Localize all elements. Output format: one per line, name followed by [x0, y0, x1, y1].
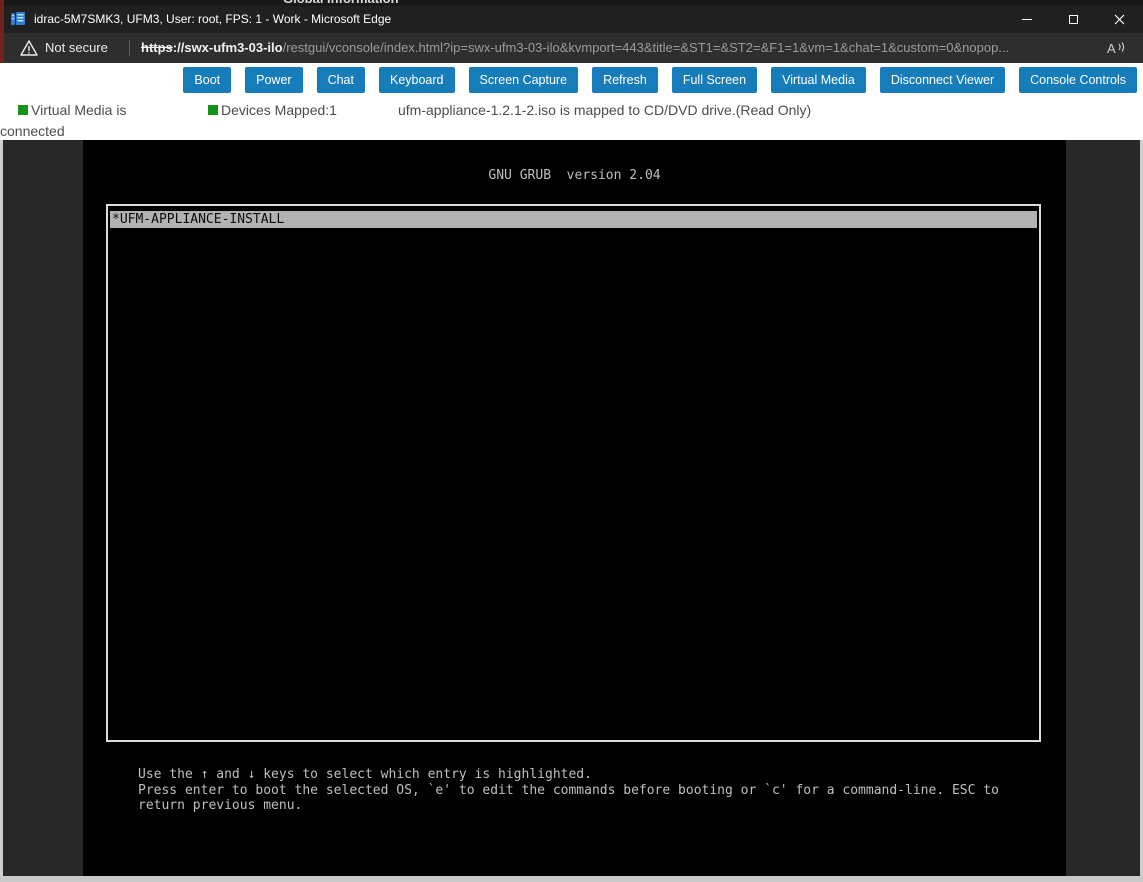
- kvm-header: Boot Power Chat Keyboard Screen Capture …: [0, 63, 1143, 140]
- virtual-media-status: Virtual Media is connected: [0, 100, 192, 142]
- refresh-button[interactable]: Refresh: [592, 67, 658, 93]
- grub-menu-box: *UFM-APPLIANCE-INSTALL: [106, 204, 1041, 742]
- maximize-icon: [1069, 15, 1078, 24]
- background-window-edge: [0, 0, 4, 63]
- devices-mapped-status: Devices Mapped:1: [208, 100, 337, 121]
- kvm-toolbar: Boot Power Chat Keyboard Screen Capture …: [183, 67, 1137, 93]
- url-path: /restgui/vconsole/index.html?ip=swx-ufm3…: [283, 40, 1010, 55]
- power-button[interactable]: Power: [245, 67, 302, 93]
- not-secure-warning-icon: [20, 40, 38, 56]
- grub-help-line-1: Use the ↑ and ↓ keys to select which ent…: [138, 767, 999, 783]
- grub-help-line-2: Press enter to boot the selected OS, `e'…: [138, 783, 999, 799]
- address-divider: [129, 40, 130, 56]
- page-left-edge: [0, 140, 3, 882]
- devices-mapped-label: Devices Mapped:1: [221, 102, 337, 118]
- idrac-favicon: [10, 11, 26, 27]
- svg-text:A: A: [1107, 41, 1116, 56]
- grub-console-screen[interactable]: GNU GRUB version 2.04 *UFM-APPLIANCE-INS…: [83, 140, 1066, 876]
- console-viewport: GNU GRUB version 2.04 *UFM-APPLIANCE-INS…: [0, 140, 1143, 882]
- not-secure-label[interactable]: Not secure: [45, 33, 108, 63]
- minimize-button[interactable]: [1004, 6, 1050, 33]
- iso-mapping-status: ufm-appliance-1.2.1-2.iso is mapped to C…: [398, 100, 811, 121]
- url-scheme: https: [141, 40, 173, 55]
- full-screen-button[interactable]: Full Screen: [672, 67, 757, 93]
- window-title: idrac-5M7SMK3, UFM3, User: root, FPS: 1 …: [34, 6, 391, 33]
- close-button[interactable]: [1096, 6, 1143, 33]
- grub-help-line-3: return previous menu.: [138, 798, 999, 814]
- url-separator: ://: [173, 40, 185, 55]
- maximize-button[interactable]: [1050, 6, 1096, 33]
- grub-version-title: GNU GRUB version 2.04: [83, 168, 1066, 183]
- console-controls-button[interactable]: Console Controls: [1019, 67, 1137, 93]
- screen-capture-button[interactable]: Screen Capture: [469, 67, 579, 93]
- virtual-media-button[interactable]: Virtual Media: [771, 67, 866, 93]
- url-text[interactable]: https://swx-ufm3-03-ilo/restgui/vconsole…: [141, 33, 1009, 63]
- chat-button[interactable]: Chat: [317, 67, 365, 93]
- virtual-media-connected-indicator: [18, 105, 28, 115]
- keyboard-button[interactable]: Keyboard: [379, 67, 455, 93]
- url-host: swx-ufm3-03-ilo: [184, 40, 282, 55]
- read-aloud-icon[interactable]: A: [1106, 40, 1126, 56]
- devices-mapped-indicator: [208, 105, 218, 115]
- grub-help-text: Use the ↑ and ↓ keys to select which ent…: [138, 767, 999, 814]
- minimize-icon: [1022, 19, 1032, 20]
- close-icon: [1114, 14, 1125, 25]
- grub-menu-entry-selected[interactable]: *UFM-APPLIANCE-INSTALL: [110, 211, 1037, 228]
- window-titlebar: idrac-5M7SMK3, UFM3, User: root, FPS: 1 …: [0, 6, 1143, 33]
- boot-button[interactable]: Boot: [183, 67, 231, 93]
- address-bar[interactable]: Not secure https://swx-ufm3-03-ilo/restg…: [0, 33, 1143, 63]
- disconnect-viewer-button[interactable]: Disconnect Viewer: [880, 67, 1005, 93]
- page-bottom-edge[interactable]: [0, 876, 1143, 882]
